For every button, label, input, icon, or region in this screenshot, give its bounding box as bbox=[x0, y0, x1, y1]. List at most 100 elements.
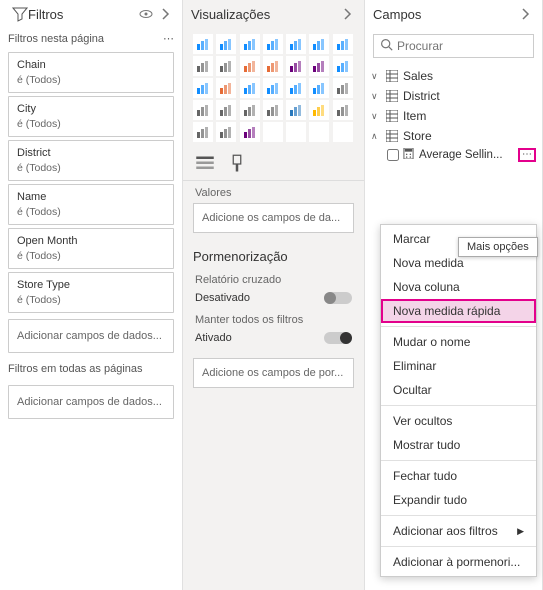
filters-title: Filtros bbox=[28, 7, 134, 22]
filter-value: é (Todos) bbox=[17, 162, 165, 174]
field-checkbox[interactable] bbox=[387, 149, 399, 161]
menu-item[interactable]: Mostrar tudo bbox=[381, 433, 536, 457]
eye-icon[interactable] bbox=[138, 6, 154, 22]
viz-type-icon[interactable] bbox=[263, 56, 283, 76]
more-options-button[interactable]: ⋯ bbox=[518, 148, 536, 162]
viz-type-icon[interactable] bbox=[333, 78, 353, 98]
table-row[interactable]: ∨Sales bbox=[365, 66, 542, 86]
filter-card[interactable]: Nameé (Todos) bbox=[8, 184, 174, 225]
viz-type-icon[interactable] bbox=[309, 34, 329, 54]
table-row[interactable]: ∧Store bbox=[365, 126, 542, 146]
viz-type-icon[interactable] bbox=[309, 100, 329, 120]
fields-title: Campos bbox=[373, 7, 514, 22]
table-label: Sales bbox=[403, 69, 536, 83]
measure-icon bbox=[403, 148, 415, 162]
chevron-right-icon[interactable] bbox=[158, 6, 174, 22]
viz-type-icon[interactable] bbox=[240, 34, 260, 54]
menu-item[interactable]: Mudar o nome bbox=[381, 330, 536, 354]
viz-type-grid bbox=[183, 28, 364, 148]
search-box[interactable] bbox=[373, 34, 534, 58]
viz-type-icon[interactable] bbox=[240, 100, 260, 120]
table-row[interactable]: ∨ Item bbox=[365, 106, 542, 126]
table-icon bbox=[385, 89, 399, 103]
drillthrough-heading: Pormenorização bbox=[183, 241, 364, 268]
menu-item[interactable]: Eliminar bbox=[381, 354, 536, 378]
viz-type-icon bbox=[286, 122, 306, 142]
viz-type-icon[interactable] bbox=[240, 56, 260, 76]
viz-type-icon[interactable] bbox=[216, 100, 236, 120]
viz-type-icon[interactable] bbox=[193, 78, 213, 98]
field-row[interactable]: Average Sellin... ⋯ bbox=[365, 146, 542, 164]
keep-filters-toggle-row: Ativado bbox=[183, 328, 364, 348]
chevron-right-icon[interactable] bbox=[518, 6, 534, 22]
filter-card[interactable]: Store Typeé (Todos) bbox=[8, 272, 174, 313]
search-icon bbox=[380, 38, 393, 54]
cross-report-toggle-row: Desativado bbox=[183, 288, 364, 308]
viz-type-icon[interactable] bbox=[286, 34, 306, 54]
viz-type-icon[interactable] bbox=[263, 100, 283, 120]
viz-type-icon[interactable] bbox=[309, 56, 329, 76]
table-label: Item bbox=[403, 109, 536, 123]
keep-filters-toggle[interactable] bbox=[324, 332, 352, 344]
table-label: Store bbox=[403, 129, 536, 143]
viz-type-icon[interactable] bbox=[263, 34, 283, 54]
field-label: Average Sellin... bbox=[419, 149, 514, 161]
filter-icon bbox=[12, 6, 28, 22]
filter-card[interactable]: City é (Todos) bbox=[8, 96, 174, 137]
viz-type-icon[interactable] bbox=[333, 56, 353, 76]
menu-item[interactable]: Ver ocultos bbox=[381, 409, 536, 433]
more-icon[interactable]: ⋯ bbox=[163, 32, 174, 45]
add-filter-fields[interactable]: Adicionar campos de dados... bbox=[8, 319, 174, 353]
menu-separator bbox=[381, 515, 536, 516]
viz-type-icon[interactable] bbox=[286, 100, 306, 120]
menu-item[interactable]: Nova medida rápida bbox=[381, 299, 536, 323]
menu-item[interactable]: Ocultar bbox=[381, 378, 536, 402]
viz-type-icon[interactable] bbox=[309, 78, 329, 98]
filter-name: City bbox=[17, 103, 165, 115]
filter-value: é (Todos) bbox=[17, 118, 165, 130]
menu-item[interactable]: Adicionar à pormenori... bbox=[381, 550, 536, 574]
submenu-arrow-icon: ▶ bbox=[517, 526, 524, 537]
viz-type-icon bbox=[309, 122, 329, 142]
menu-item-label: Eliminar bbox=[393, 359, 436, 373]
menu-item[interactable]: Fechar tudo bbox=[381, 464, 536, 488]
viz-type-icon[interactable] bbox=[286, 56, 306, 76]
chevron-icon: ∨ bbox=[371, 111, 381, 122]
viz-type-icon[interactable] bbox=[263, 78, 283, 98]
drill-well[interactable]: Adicione os campos de por... bbox=[193, 358, 354, 388]
menu-item-label: Expandir tudo bbox=[393, 493, 467, 507]
viz-type-icon[interactable] bbox=[333, 100, 353, 120]
viz-type-icon[interactable] bbox=[240, 122, 260, 142]
fields-tab-icon[interactable] bbox=[195, 154, 215, 174]
viz-type-icon[interactable] bbox=[333, 34, 353, 54]
format-tab-icon[interactable] bbox=[227, 154, 247, 174]
cross-report-toggle[interactable] bbox=[324, 292, 352, 304]
viz-type-icon[interactable] bbox=[240, 78, 260, 98]
viz-type-icon[interactable] bbox=[216, 122, 236, 142]
menu-item-label: Nova medida bbox=[393, 256, 464, 270]
filter-value: é (Todos) bbox=[17, 74, 165, 86]
viz-type-icon[interactable] bbox=[193, 56, 213, 76]
search-input[interactable] bbox=[397, 39, 543, 53]
menu-item-label: Adicionar à pormenori... bbox=[393, 555, 520, 569]
chevron-right-icon[interactable] bbox=[340, 6, 356, 22]
viz-type-icon[interactable] bbox=[216, 78, 236, 98]
keep-filters-label: Manter todos os filtros bbox=[183, 308, 364, 328]
menu-item[interactable]: Expandir tudo bbox=[381, 488, 536, 512]
format-tabs bbox=[183, 148, 364, 181]
add-filter-fields-all[interactable]: Adicionar campos de dados... bbox=[8, 385, 174, 419]
viz-type-icon[interactable] bbox=[193, 122, 213, 142]
viz-type-icon[interactable] bbox=[216, 34, 236, 54]
viz-type-icon[interactable] bbox=[216, 56, 236, 76]
table-row[interactable]: ∨District bbox=[365, 86, 542, 106]
filter-card[interactable]: Districté (Todos) bbox=[8, 140, 174, 181]
values-well[interactable]: Adicione os campos de da... bbox=[193, 203, 354, 233]
menu-item[interactable]: Nova coluna bbox=[381, 275, 536, 299]
viz-type-icon[interactable] bbox=[193, 34, 213, 54]
viz-type-icon[interactable] bbox=[193, 100, 213, 120]
menu-item[interactable]: Adicionar aos filtros▶ bbox=[381, 519, 536, 543]
filters-on-page-label: Filtros nesta página ⋯ bbox=[0, 28, 182, 49]
filter-card[interactable]: Open Monthé (Todos) bbox=[8, 228, 174, 269]
viz-type-icon[interactable] bbox=[286, 78, 306, 98]
filter-card[interactable]: Chainé (Todos) bbox=[8, 52, 174, 93]
